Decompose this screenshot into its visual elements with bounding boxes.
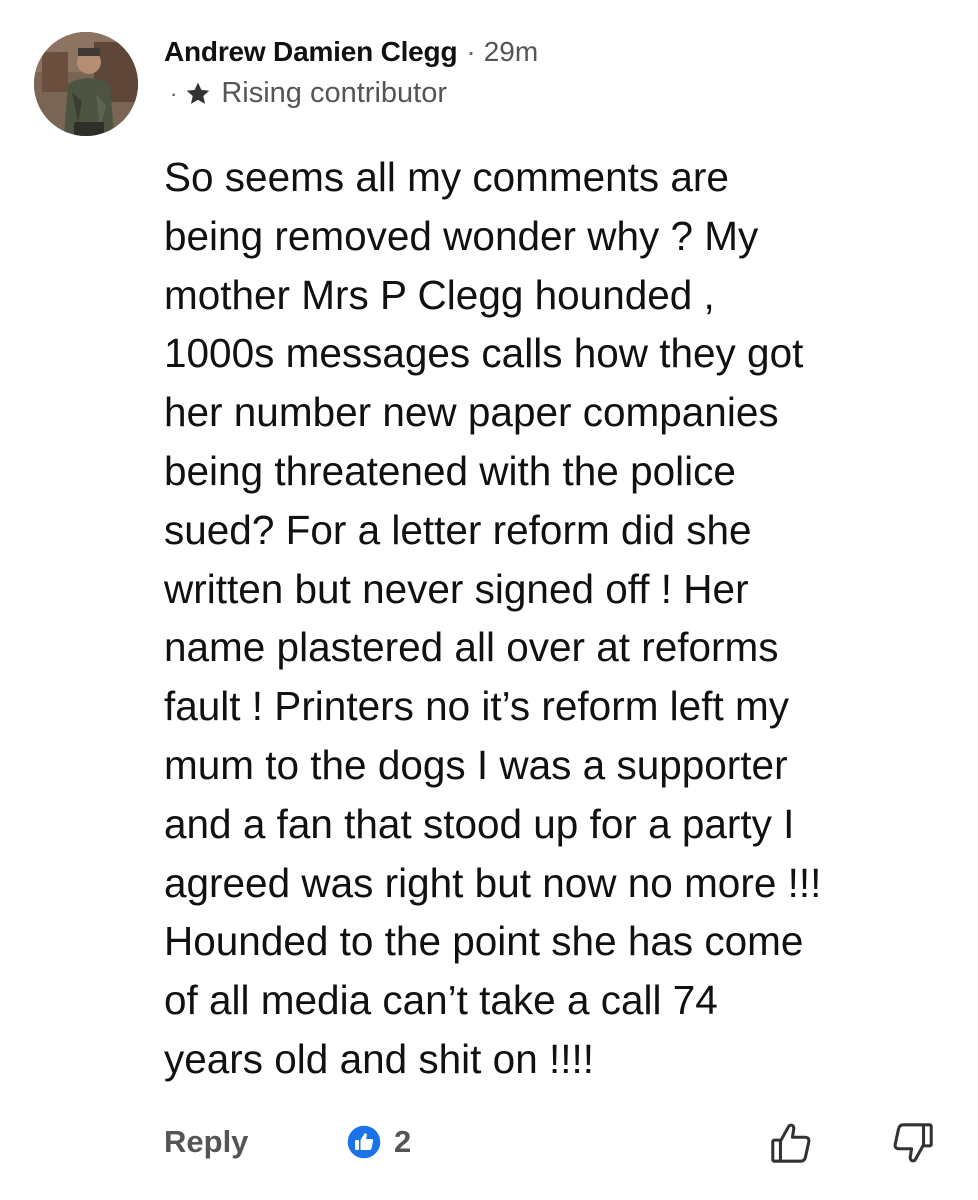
comment-line: 1000s messages calls how they got [164, 330, 804, 377]
comment-card: Andrew Damien Clegg · 29m · Rising contr… [0, 0, 978, 1200]
comment-body: So seems all my comments are being remov… [164, 148, 964, 1089]
comment-line: fault ! Printers no it’s reform left my [164, 683, 789, 730]
comment-line: of all media can’t take a call 74 [164, 977, 718, 1024]
reaction-summary[interactable]: 2 [346, 1124, 411, 1160]
comment-line: agreed was right but now no more !!! [164, 859, 822, 906]
comment-line: mother Mrs P Clegg hounded , [164, 271, 715, 318]
thumbs-down-icon[interactable] [890, 1120, 936, 1166]
comment-line: sued? For a letter reform did she [164, 506, 752, 553]
reply-button[interactable]: Reply [164, 1124, 248, 1160]
comment-line: being removed wonder why ? My [164, 212, 759, 259]
comment-line: being threatened with the police [164, 447, 736, 494]
badge-label: Rising contributor [221, 77, 447, 109]
star-icon [187, 82, 210, 104]
separator-dot: · [466, 36, 476, 67]
contributor-badge: · Rising contributor [164, 77, 538, 110]
thumbs-up-icon[interactable] [768, 1120, 814, 1166]
author-name[interactable]: Andrew Damien Clegg [164, 36, 458, 68]
comment-line: mum to the dogs I was a supporter [164, 741, 788, 788]
comment-line: Hounded to the point she has come [164, 918, 804, 965]
comment-actions: Reply 2 [164, 1120, 964, 1170]
comment-line: her number new paper companies [164, 389, 779, 436]
comment-line: years old and shit on !!!! [164, 1035, 594, 1082]
comment-line: written but never signed off ! Her [164, 565, 749, 612]
comment-line: So seems all my comments are [164, 154, 729, 200]
avatar[interactable] [34, 32, 138, 136]
name-row: Andrew Damien Clegg · 29m [164, 36, 538, 68]
avatar-photo-icon [34, 32, 138, 136]
thumbs-up-badge-icon [346, 1124, 382, 1160]
badge-separator-dot: · [170, 80, 178, 106]
timestamp: 29m [483, 36, 539, 67]
like-count: 2 [394, 1124, 412, 1159]
comment-line: and a fan that stood up for a party I [164, 800, 795, 847]
comment-header: Andrew Damien Clegg · 29m · Rising contr… [164, 36, 538, 110]
comment-line: name plastered all over at reforms [164, 624, 779, 671]
